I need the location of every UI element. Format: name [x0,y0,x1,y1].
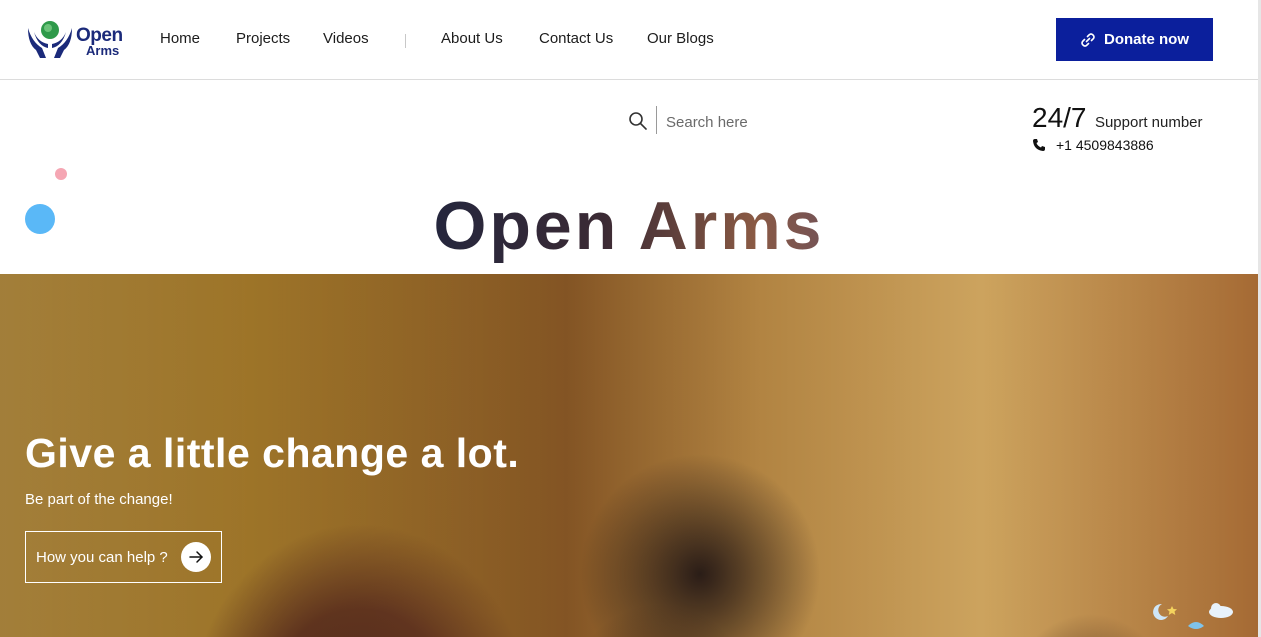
search-input[interactable] [666,110,846,134]
nav-item-our-blogs[interactable]: Our Blogs [647,30,714,47]
hero-title: Give a little change a lot. [25,430,520,476]
donate-label: Donate now [1104,31,1189,48]
phone-icon [1033,139,1045,151]
nav-item-about-us[interactable]: About Us [441,30,503,47]
site-logo[interactable]: Open Arms [26,18,126,62]
logo-line2: Arms [86,43,120,58]
support-hours: 24/7 [1032,102,1087,133]
open-hands-globe-icon [28,21,72,58]
search-divider [656,106,657,134]
support-phone-number: +1 4509843886 [1056,137,1154,153]
nav-item-home[interactable]: Home [160,30,200,47]
logo-wordmark: Open Arms [76,26,123,57]
arrow-right-icon [181,542,211,572]
support-label: Support number [1094,114,1203,131]
nav-divider [405,34,406,48]
nav-item-videos[interactable]: Videos [323,30,369,47]
decor-dot-pink [55,168,67,180]
support-phone-row[interactable]: +1 4509843886 [1032,137,1154,153]
search-icon[interactable] [628,111,648,131]
donate-button[interactable]: Donate now [1056,18,1213,61]
page-headline: Open Arms [0,186,1258,266]
how-you-can-help-button[interactable]: How you can help ? [25,531,222,583]
nav-item-projects[interactable]: Projects [236,30,290,47]
nav-item-contact-us[interactable]: Contact Us [539,30,613,47]
site-header: Open Arms Home Projects Videos About Us … [0,0,1258,80]
hero-subtitle: Be part of the change! [25,491,173,508]
moon-stars-icon [1153,603,1233,629]
help-button-label: How you can help ? [36,548,168,566]
link-icon [1081,32,1095,47]
support-block: 24/7 Support number [1032,102,1203,134]
